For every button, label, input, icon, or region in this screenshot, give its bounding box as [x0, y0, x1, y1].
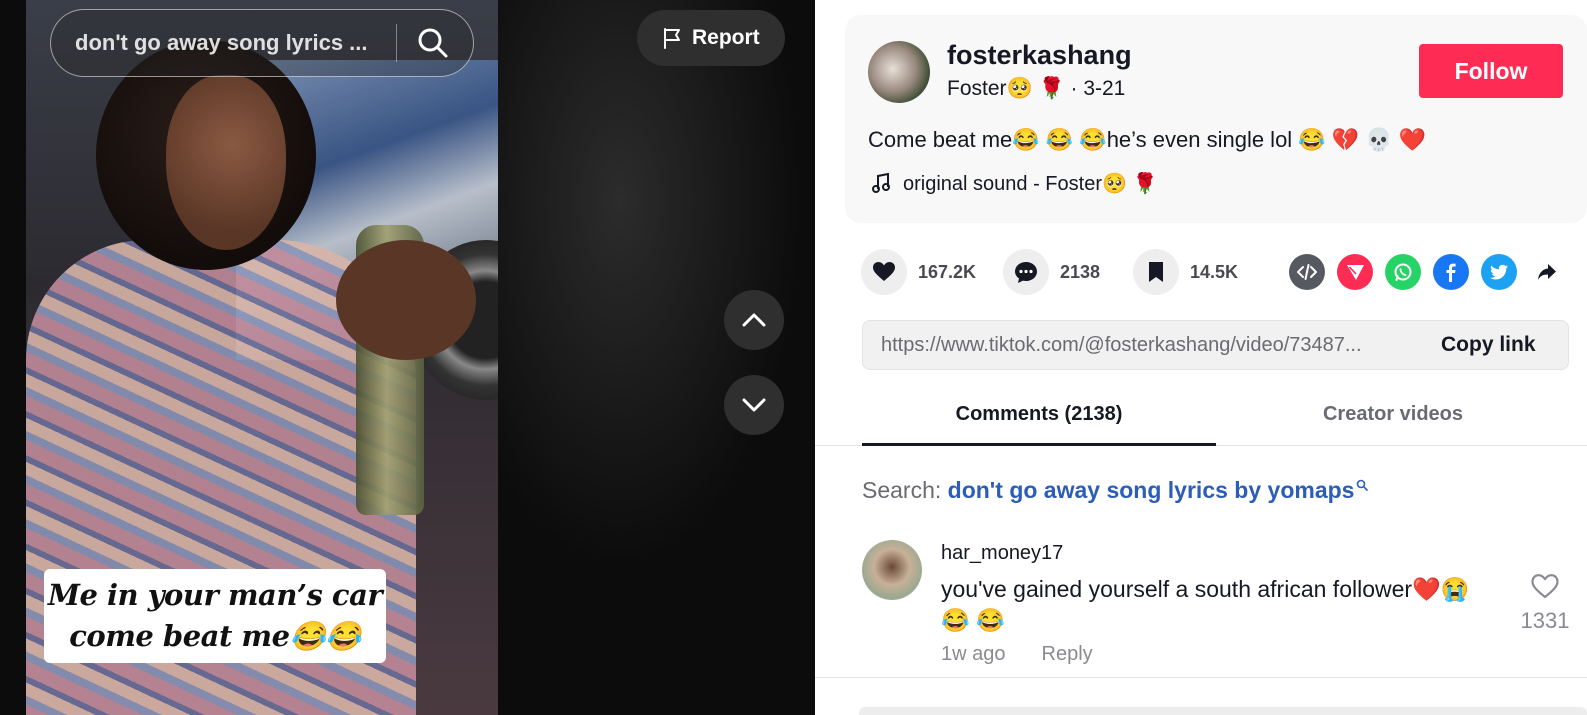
like-button[interactable]	[861, 249, 907, 295]
author-username[interactable]: fosterkashang	[947, 40, 1132, 71]
save-button[interactable]	[1133, 249, 1179, 295]
music-note-icon	[872, 173, 890, 193]
save-count: 14.5K	[1190, 262, 1239, 282]
author-subline: Foster🥺 🌹 · 3-21	[947, 77, 1125, 101]
previous-video-button[interactable]	[724, 290, 784, 350]
send-to-friends-button[interactable]	[1337, 254, 1373, 290]
video-search-bar[interactable]: don't go away song lyrics ...	[50, 9, 474, 77]
commenter-username[interactable]: har_money17	[941, 542, 1063, 565]
comment-text: you've gained yourself a south african f…	[941, 576, 1470, 633]
post-date: · 3-21	[1064, 77, 1126, 100]
bookmark-icon	[1149, 262, 1163, 282]
share-arrow-icon	[1538, 264, 1556, 280]
next-comment-strip	[859, 707, 1587, 715]
author-nickname: Foster🥺 🌹	[947, 77, 1065, 100]
comment-like-count: 1331	[1520, 608, 1570, 633]
copy-link-button[interactable]: Copy link	[1441, 321, 1536, 369]
tab-comments[interactable]: Comments (2138)	[862, 392, 1216, 446]
video-player[interactable]: Me in your man’s car come beat me😂😂 don'…	[0, 0, 815, 715]
comment-count: 2138	[1060, 262, 1101, 282]
video-link-box[interactable]: https://www.tiktok.com/@fosterkashang/vi…	[862, 320, 1569, 370]
post-description: Come beat me😂 😂 😂he’s even single lol 😂 …	[868, 127, 1427, 152]
comment-tabs: Comments (2138) Creator videos	[815, 392, 1587, 446]
facebook-share-button[interactable]	[1433, 254, 1469, 290]
video-info-panel: fosterkashang Foster🥺 🌹 · 3-21 Follow Co…	[815, 0, 1587, 715]
related-search-label: Search:	[862, 477, 948, 503]
twitter-share-button[interactable]	[1481, 254, 1517, 290]
whatsapp-share-button[interactable]	[1385, 254, 1421, 290]
commenter-avatar[interactable]	[862, 540, 922, 600]
video-link-url[interactable]: https://www.tiktok.com/@fosterkashang/vi…	[881, 321, 1421, 369]
chevron-up-icon	[742, 313, 766, 327]
like-count: 167.2K	[918, 262, 977, 282]
comment-item: har_money17 you've gained yourself a sou…	[862, 538, 1587, 678]
comment-reply-button[interactable]: Reply	[1042, 643, 1093, 665]
video-caption-line-2: come beat me😂😂	[69, 619, 361, 653]
action-bar: 167.2K 2138 14.5K	[861, 247, 1561, 297]
report-button[interactable]: Report	[637, 10, 785, 66]
heart-icon	[873, 262, 895, 281]
author-info-card: fosterkashang Foster🥺 🌹 · 3-21 Follow Co…	[845, 15, 1587, 223]
person-face-image	[166, 75, 286, 250]
flag-icon	[664, 28, 680, 49]
whatsapp-icon	[1394, 263, 1412, 281]
follow-button[interactable]: Follow	[1419, 44, 1563, 98]
tab-creator-videos[interactable]: Creator videos	[1216, 392, 1570, 446]
comment-bubble-icon	[1015, 262, 1037, 283]
comment-time: 1w ago	[941, 643, 1006, 665]
heart-outline-icon[interactable]	[1530, 572, 1560, 600]
report-label: Report	[692, 26, 760, 49]
send-icon	[1347, 265, 1364, 280]
more-share-button[interactable]	[1529, 254, 1565, 290]
video-caption-line-1: Me in your man’s car	[47, 578, 383, 612]
comment-divider	[815, 677, 1587, 678]
facebook-icon	[1446, 263, 1456, 282]
next-video-button[interactable]	[724, 375, 784, 435]
hand-image	[336, 240, 476, 360]
music-link[interactable]: original sound - Foster🥺 🌹	[903, 171, 1157, 196]
comment-button[interactable]	[1003, 249, 1049, 295]
related-search-link[interactable]: don't go away song lyrics by yomaps	[948, 477, 1355, 503]
video-caption: Me in your man’s car come beat me😂😂	[44, 575, 386, 657]
embed-button[interactable]	[1289, 254, 1325, 290]
search-icon[interactable]	[416, 26, 450, 60]
video-search-text[interactable]: don't go away song lyrics ...	[75, 10, 390, 76]
chevron-down-icon	[742, 398, 766, 412]
comment-meta: 1w ago Reply	[941, 643, 1093, 666]
twitter-bird-icon	[1490, 264, 1508, 280]
small-search-icon	[1357, 479, 1369, 491]
author-avatar[interactable]	[868, 41, 930, 103]
search-divider	[396, 24, 397, 62]
related-search-hint: Search: don't go away song lyrics by yom…	[862, 477, 1369, 504]
embed-code-icon	[1297, 264, 1317, 280]
